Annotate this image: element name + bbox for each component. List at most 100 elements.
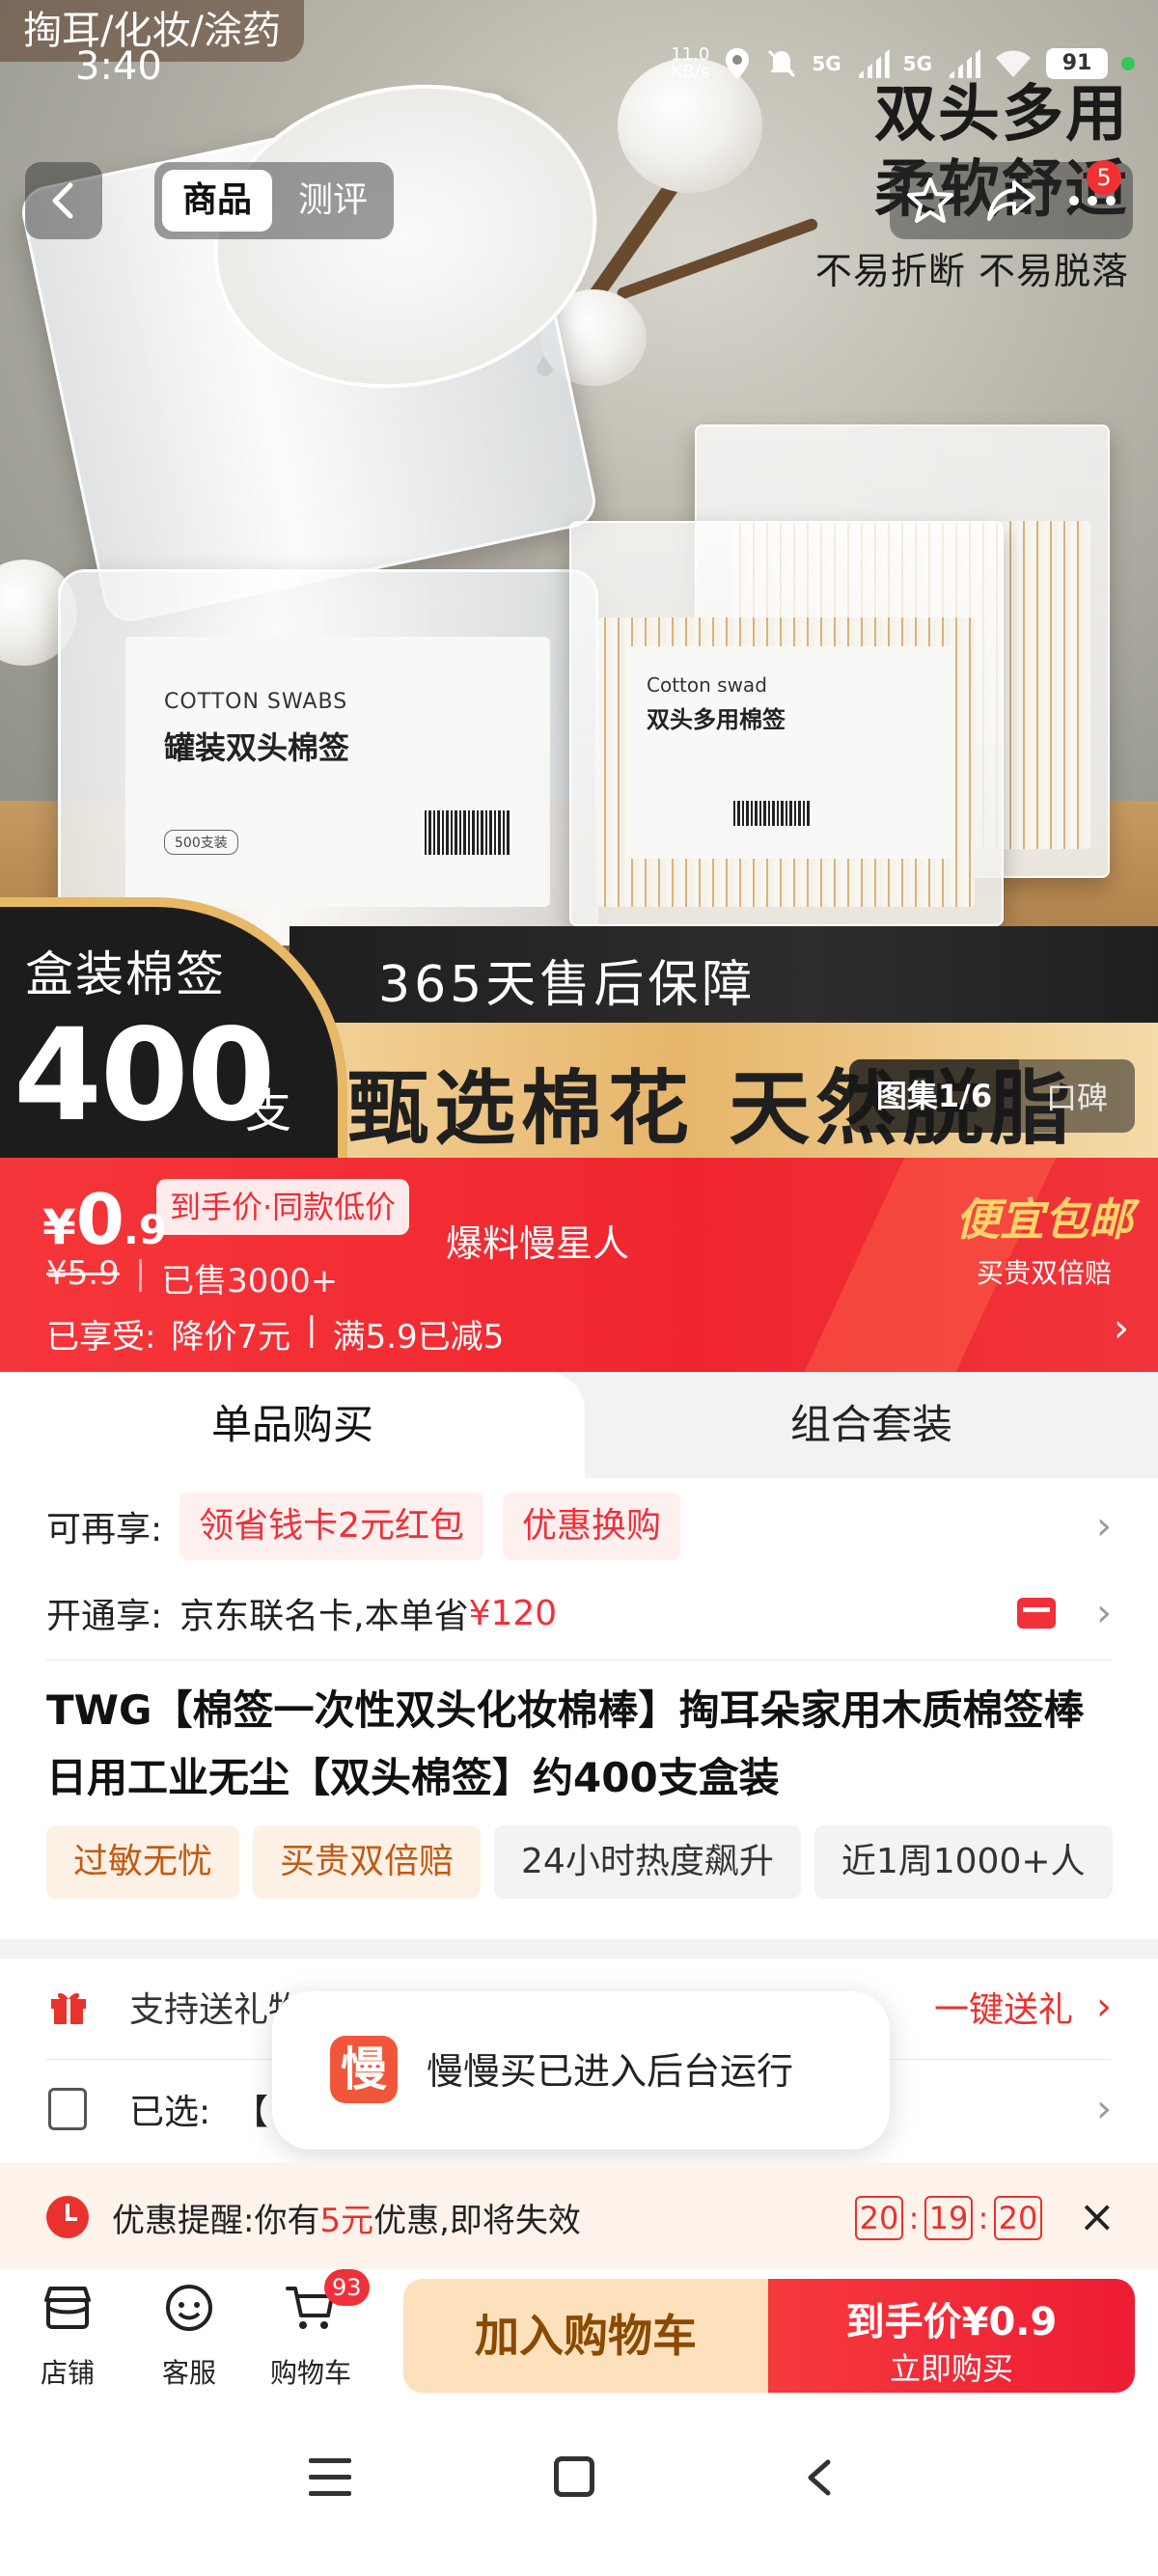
- send-gift-link[interactable]: 一键送礼: [934, 1982, 1073, 2032]
- tab-product[interactable]: 商品: [162, 170, 272, 232]
- signal-2-label: 5G: [902, 52, 932, 75]
- mute-icon: [768, 49, 796, 78]
- jar-count: 500支装: [164, 830, 238, 855]
- share-button[interactable]: [982, 172, 1040, 230]
- gallery-indicator[interactable]: 图集1/6 口碑: [849, 1059, 1135, 1133]
- price-meta: ¥5.9 | 已售3000+: [46, 1254, 338, 1302]
- more-button[interactable]: 5: [1063, 160, 1121, 230]
- countdown-separator: :: [978, 2200, 989, 2236]
- subheadline: 不易折断 不易脱落: [814, 250, 1129, 292]
- countdown-separator: :: [908, 2200, 920, 2236]
- cart-button[interactable]: 93 购物车: [253, 2269, 370, 2404]
- purchase-type-tabs: 单品购买 组合套装: [0, 1372, 1158, 1478]
- chevron-right-icon: ›: [1096, 1985, 1112, 2029]
- cart-label: 购物车: [269, 2357, 351, 2389]
- jar-label-en: COTTON SWABS: [164, 690, 348, 714]
- card-saving: ¥120: [468, 1593, 558, 1633]
- customer-service-button[interactable]: 客服: [131, 2269, 247, 2404]
- price-source: 爆料慢星人: [446, 1222, 630, 1265]
- clock: 3:40: [75, 44, 162, 89]
- promo-reminder-text: 优惠提醒:你有5元优惠,即将失效: [112, 2194, 581, 2241]
- section-gap: [0, 1939, 1158, 1959]
- back-icon[interactable]: [801, 2458, 840, 2497]
- promo-reminder[interactable]: 优惠提醒:你有5元优惠,即将失效 20 : 19 : 20 ×: [0, 2163, 1158, 2269]
- exchange-chip[interactable]: 优惠换购: [503, 1493, 681, 1560]
- clock-icon: [46, 2196, 89, 2238]
- credit-card-icon: [1017, 1598, 1056, 1629]
- close-icon[interactable]: ×: [1078, 2190, 1116, 2242]
- shop-button[interactable]: 店铺: [10, 2269, 125, 2404]
- separator: |: [134, 1254, 147, 1293]
- service-label: 客服: [161, 2357, 216, 2389]
- home-icon[interactable]: [554, 2456, 594, 2497]
- chevron-right-icon: ›: [1096, 1504, 1112, 1548]
- benefits-row: 已享受: 降价7元 | 满5.9已减5: [46, 1310, 504, 1357]
- cart-count-badge: 93: [324, 2269, 370, 2306]
- buy-price: 到手价¥0.9: [768, 2290, 1135, 2346]
- tab-single-purchase[interactable]: 单品购买: [0, 1372, 585, 1478]
- tab-combo-package[interactable]: 组合套装: [585, 1372, 1158, 1478]
- price-guarantee-text: 买贵双倍赔: [976, 1257, 1112, 1289]
- product-page: COTTON SWABS 罐装双头棉签 500支装 Cotton swad 双头…: [0, 0, 1158, 2576]
- tag-item: 24小时热度飙升: [494, 1825, 801, 1899]
- guarantee-text: 365天售后保障: [378, 956, 757, 1014]
- page-tabs: 商品 测评: [154, 162, 394, 239]
- free-shipping-promo[interactable]: 便宜包邮 买贵双倍赔: [955, 1185, 1133, 1291]
- selected-spec-icon: [48, 2088, 87, 2130]
- camera-indicator-dot: [1121, 57, 1135, 70]
- benefit-discount: 降价7元: [171, 1318, 291, 1357]
- menu-icon[interactable]: [309, 2458, 351, 2497]
- price-tag: 到手价·同款低价: [156, 1179, 410, 1235]
- extra-offers-row[interactable]: 可再享: 领省钱卡2元红包 优惠换购 ›: [46, 1488, 1112, 1565]
- star-icon: [907, 178, 953, 223]
- card-offer-row[interactable]: 开通享: 京东联名卡,本单省 ¥120 ›: [46, 1575, 1112, 1652]
- final-price: ¥0.9: [42, 1179, 167, 1260]
- benefit-full-reduction: 满5.9已减5: [332, 1318, 505, 1357]
- product-title: TWG【棉签一次性双头化妆棉棒】掏耳朵家用木质棉签棒日用工业无尘【双头棉签】约4…: [46, 1686, 1085, 1801]
- bottom-action-bar: 店铺 客服 93 购物车 加入购物车 到手价¥0.9 立即购买: [0, 2269, 1158, 2404]
- signal-1-icon: [854, 49, 890, 78]
- sold-count: 已售3000+: [161, 1262, 339, 1301]
- gallery-reputation[interactable]: 口碑: [1019, 1074, 1135, 1118]
- tab-review[interactable]: 测评: [280, 170, 386, 232]
- swab-jar-label: COTTON SWABS 罐装双头棉签 500支装: [125, 637, 550, 907]
- share-icon: [987, 180, 1035, 221]
- signal-2-icon: [946, 49, 980, 78]
- add-to-cart-button[interactable]: 加入购物车: [403, 2279, 768, 2393]
- net-speed-unit: KB/s: [671, 62, 710, 82]
- gift-icon: [51, 1992, 86, 2024]
- jar-label-cn: 罐装双头棉签: [164, 729, 350, 766]
- tag-item: 近1周1000+人: [813, 1825, 1113, 1899]
- location-icon: [726, 48, 750, 79]
- price-bar[interactable]: ¥0.9 到手价·同款低价 爆料慢星人 ¥5.9 | 已售3000+ 已享受: …: [0, 1158, 1158, 1372]
- box-label: 盒装棉签: [25, 946, 226, 1002]
- box-count: 400: [14, 1001, 276, 1150]
- product-info: 可再享: 领省钱卡2元红包 优惠换购 › 开通享: 京东联名卡,本单省 ¥120…: [0, 1478, 1158, 1939]
- buy-price-label: 到手价: [845, 2300, 962, 2344]
- message-badge: 5: [1087, 160, 1121, 195]
- divider: [46, 1659, 1112, 1660]
- status-icons: 11.0 KB/s 5G 5G 91: [671, 44, 1135, 83]
- buy-now-button[interactable]: 到手价¥0.9 立即购买: [768, 2279, 1135, 2393]
- store-icon: [44, 2287, 91, 2329]
- swab-bag-label: Cotton swad 双头多用棉签: [627, 646, 955, 859]
- price-int: 0: [75, 1179, 124, 1260]
- favorite-button[interactable]: [901, 172, 959, 230]
- chevron-right-icon: ›: [1096, 2087, 1112, 2131]
- promo-prefix: 优惠提醒:你有: [112, 2202, 320, 2240]
- shop-label: 店铺: [40, 2357, 95, 2389]
- system-navigation-bar: [0, 2404, 1158, 2576]
- toast-message: 慢慢买已进入后台运行: [427, 2050, 794, 2093]
- offers-label: 可再享:: [46, 1510, 163, 1549]
- tag-item: 过敏无忧: [46, 1825, 240, 1899]
- back-button[interactable]: [25, 162, 102, 239]
- app-logo: 慢: [330, 2036, 398, 2103]
- barcode: [425, 810, 511, 855]
- status-bar: 掏耳/化妆/涂药 3:40 11.0 KB/s 5G 5G 91: [0, 0, 1158, 116]
- coupon-chip[interactable]: 领省钱卡2元红包: [179, 1493, 484, 1560]
- net-speed: 11.0 KB/s: [671, 46, 709, 81]
- background-toast: 慢 慢慢买已进入后台运行: [272, 1991, 890, 2150]
- card-label: 开通享:: [46, 1597, 163, 1636]
- benefits-label: 已享受:: [46, 1318, 156, 1357]
- buy-now-label: 立即购买: [889, 2350, 1013, 2387]
